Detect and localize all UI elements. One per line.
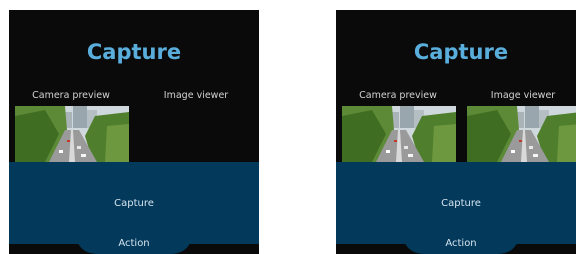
capture-button[interactable]: Capture (411, 196, 511, 212)
capture-panel: Capture Action (336, 162, 576, 254)
camera-preview-label: Camera preview (32, 90, 110, 101)
camera-preview-image (342, 106, 456, 162)
camera-preview-image (15, 106, 129, 162)
action-button[interactable]: Action (77, 238, 191, 249)
camera-preview (342, 106, 456, 162)
image-viewer-label: Image viewer (490, 90, 556, 101)
page-title: Capture (413, 40, 509, 64)
capture-button[interactable]: Capture (84, 196, 184, 212)
capture-panel: Capture Action (9, 162, 259, 254)
page-title: Capture (86, 40, 182, 64)
captured-image (467, 106, 576, 162)
camera-preview (15, 106, 129, 162)
camera-preview-label: Camera preview (359, 90, 437, 101)
capture-screen-after: Capture Camera preview Image viewer Capt… (336, 10, 576, 254)
image-viewer-label: Image viewer (163, 90, 229, 101)
image-viewer (140, 106, 254, 162)
image-viewer (467, 106, 576, 162)
capture-screen-before: Capture Camera preview Image viewer Capt… (9, 10, 259, 254)
action-button[interactable]: Action (404, 238, 518, 249)
